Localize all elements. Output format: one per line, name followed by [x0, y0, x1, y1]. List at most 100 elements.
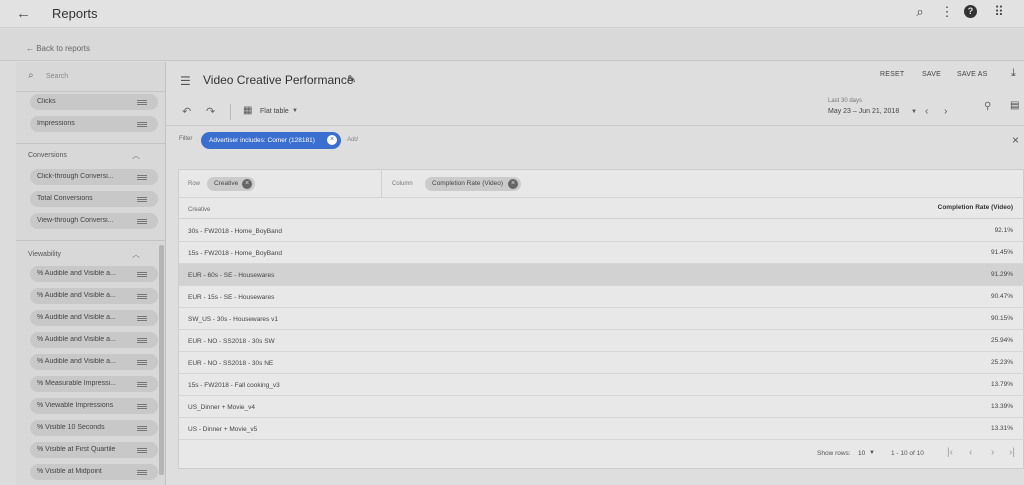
- metric-chip[interactable]: % Audible and Visible a...: [30, 332, 158, 348]
- drag-handle-icon[interactable]: [137, 382, 147, 387]
- table-row[interactable]: 15s - FW2018 - Home_BoyBand 91.45%: [179, 242, 1024, 264]
- chevron-up-icon[interactable]: ︿: [132, 150, 140, 161]
- cell-creative: SW_US - 30s - Housewares v1: [188, 316, 278, 323]
- edit-title-icon[interactable]: ✎: [347, 73, 356, 86]
- table-row[interactable]: 15s - FW2018 - Fall cooking_v3 13.79%: [179, 374, 1024, 396]
- drag-handle-icon[interactable]: [137, 360, 147, 365]
- chevron-right-icon[interactable]: ›: [991, 447, 994, 458]
- help-icon[interactable]: ?: [964, 5, 977, 18]
- chevron-left-icon[interactable]: ‹: [969, 447, 972, 458]
- metric-chip-clicks[interactable]: Clicks: [30, 94, 158, 110]
- drag-handle-icon[interactable]: [137, 219, 147, 224]
- chevron-down-icon[interactable]: ▼: [911, 109, 917, 115]
- metric-chip[interactable]: % Visible 10 Seconds: [30, 420, 158, 436]
- column-metric-chip[interactable]: Completion Rate (Video) ×: [425, 177, 521, 191]
- chevron-left-icon[interactable]: ‹: [925, 106, 928, 117]
- metric-chip-label: % Visible 10 Seconds: [37, 424, 105, 431]
- section-header-conversions[interactable]: Conversions: [28, 152, 67, 159]
- drag-handle-icon[interactable]: [137, 470, 147, 475]
- metrics-sidebar: ⌕ Search Clicks Impressions Conversions …: [16, 62, 166, 485]
- metric-chip-label: Impressions: [37, 120, 75, 127]
- cell-creative: 30s - FW2018 - Home_BoyBand: [188, 228, 282, 235]
- filter-chip[interactable]: Advertiser includes: Comer (128181) ×: [201, 132, 341, 149]
- last-page-icon[interactable]: ›|: [1009, 447, 1015, 458]
- search-icon[interactable]: ⌕: [912, 4, 928, 20]
- close-icon[interactable]: ×: [1012, 133, 1019, 147]
- save-button[interactable]: SAVE: [922, 71, 941, 78]
- undo-icon[interactable]: ↶: [182, 105, 191, 118]
- metric-chip[interactable]: % Audible and Visible a...: [30, 266, 158, 282]
- report-editor: ☰ Video Creative Performance ✎ RESET SAV…: [166, 62, 1024, 485]
- view-mode-select[interactable]: Flat table: [260, 108, 289, 115]
- search-input[interactable]: Search: [46, 73, 68, 80]
- table-row[interactable]: 30s - FW2018 - Home_BoyBand 92.1%: [179, 220, 1024, 242]
- metric-chip[interactable]: % Visible at Midpoint: [30, 464, 158, 480]
- add-filter-button[interactable]: Add: [347, 137, 358, 143]
- drag-handle-icon[interactable]: [137, 294, 147, 299]
- table-pagination: Show rows: 10 ▼ 1 - 10 of 10 |‹ ‹ › ›|: [179, 440, 1024, 468]
- back-arrow-icon[interactable]: ←: [16, 5, 31, 22]
- drag-handle-icon[interactable]: [137, 100, 147, 105]
- redo-icon[interactable]: ↷: [206, 105, 215, 118]
- metric-chip[interactable]: % Audible and Visible a...: [30, 310, 158, 326]
- save-as-button[interactable]: SAVE AS: [957, 71, 987, 78]
- metric-chip[interactable]: % Audible and Visible a...: [30, 288, 158, 304]
- table-row[interactable]: EUR - NO - SS2018 - 30s NE 25.23%: [179, 352, 1024, 374]
- drag-handle-icon[interactable]: [137, 122, 147, 127]
- metric-chip[interactable]: % Visible at First Quartile: [30, 442, 158, 458]
- back-to-reports-link[interactable]: ← Back to reports: [26, 44, 90, 53]
- apps-icon[interactable]: ⠿: [991, 4, 1007, 20]
- table-row[interactable]: SW_US - 30s - Housewares v1 90.15%: [179, 308, 1024, 330]
- date-range-select[interactable]: May 23 – Jun 21, 2018: [828, 108, 899, 115]
- metric-chip[interactable]: View-through Conversi...: [30, 213, 158, 229]
- table-row[interactable]: EUR - 60s - SE - Housewares 91.29%: [179, 264, 1024, 286]
- divider: [16, 240, 165, 241]
- remove-dimension-icon[interactable]: ×: [242, 179, 252, 189]
- download-icon[interactable]: ⤓: [1011, 67, 1016, 80]
- column-header-creative[interactable]: Creative: [188, 207, 210, 213]
- drag-handle-icon[interactable]: [137, 316, 147, 321]
- table-row[interactable]: US_Dinner + Movie_v4 13.39%: [179, 396, 1024, 418]
- metric-chip-label: Total Conversions: [37, 195, 93, 202]
- filter-chip-label: Advertiser includes: Comer (128181): [209, 137, 315, 144]
- metric-chip-label: % Viewable Impressions: [37, 402, 114, 409]
- remove-metric-icon[interactable]: ×: [508, 179, 518, 189]
- column-header-completion-rate[interactable]: Completion Rate (Video): [938, 204, 1013, 211]
- drag-handle-icon[interactable]: [137, 426, 147, 431]
- search-icon: ⌕: [28, 70, 34, 81]
- more-vert-icon[interactable]: ⋮: [939, 4, 955, 20]
- rows-per-page-select[interactable]: 10: [858, 450, 865, 457]
- sidebar-search[interactable]: ⌕ Search: [16, 62, 165, 92]
- drag-handle-icon[interactable]: [137, 175, 147, 180]
- drag-handle-icon[interactable]: [137, 197, 147, 202]
- table-row[interactable]: US - Dinner + Movie_v5 13.31%: [179, 418, 1024, 440]
- metric-chip-impressions[interactable]: Impressions: [30, 116, 158, 132]
- drag-handle-icon[interactable]: [137, 272, 147, 277]
- menu-icon[interactable]: ☰: [180, 74, 191, 88]
- metric-chip[interactable]: % Viewable Impressions: [30, 398, 158, 414]
- cell-creative: EUR - NO - SS2018 - 30s SW: [188, 338, 275, 345]
- drag-handle-icon[interactable]: [137, 448, 147, 453]
- table-row[interactable]: EUR - 15s - SE - Housewares 90.47%: [179, 286, 1024, 308]
- chevron-down-icon[interactable]: ▼: [292, 108, 298, 114]
- first-page-icon[interactable]: |‹: [947, 447, 953, 458]
- metric-chip-label: % Audible and Visible a...: [37, 314, 116, 321]
- filter-icon[interactable]: ⚲: [984, 101, 991, 112]
- metric-chip[interactable]: Click-through Conversi...: [30, 169, 158, 185]
- remove-filter-icon[interactable]: ×: [327, 135, 337, 145]
- drag-handle-icon[interactable]: [137, 404, 147, 409]
- reset-button[interactable]: RESET: [880, 71, 904, 78]
- chevron-right-icon[interactable]: ›: [944, 106, 947, 117]
- metric-chip[interactable]: Total Conversions: [30, 191, 158, 207]
- table-row[interactable]: EUR - NO - SS2018 - 30s SW 25.94%: [179, 330, 1024, 352]
- metric-chip[interactable]: % Measurable Impressi...: [30, 376, 158, 392]
- row-dimension-chip[interactable]: Creative ×: [207, 177, 255, 191]
- chevron-up-icon[interactable]: ︿: [132, 249, 140, 260]
- sidebar-scrollbar[interactable]: [159, 245, 164, 475]
- section-header-viewability[interactable]: Viewability: [28, 251, 61, 258]
- chevron-down-icon[interactable]: ▼: [869, 450, 875, 456]
- metric-chip-label: Clicks: [37, 98, 56, 105]
- layout-icon[interactable]: ▤: [1010, 100, 1019, 111]
- metric-chip[interactable]: % Audible and Visible a...: [30, 354, 158, 370]
- drag-handle-icon[interactable]: [137, 338, 147, 343]
